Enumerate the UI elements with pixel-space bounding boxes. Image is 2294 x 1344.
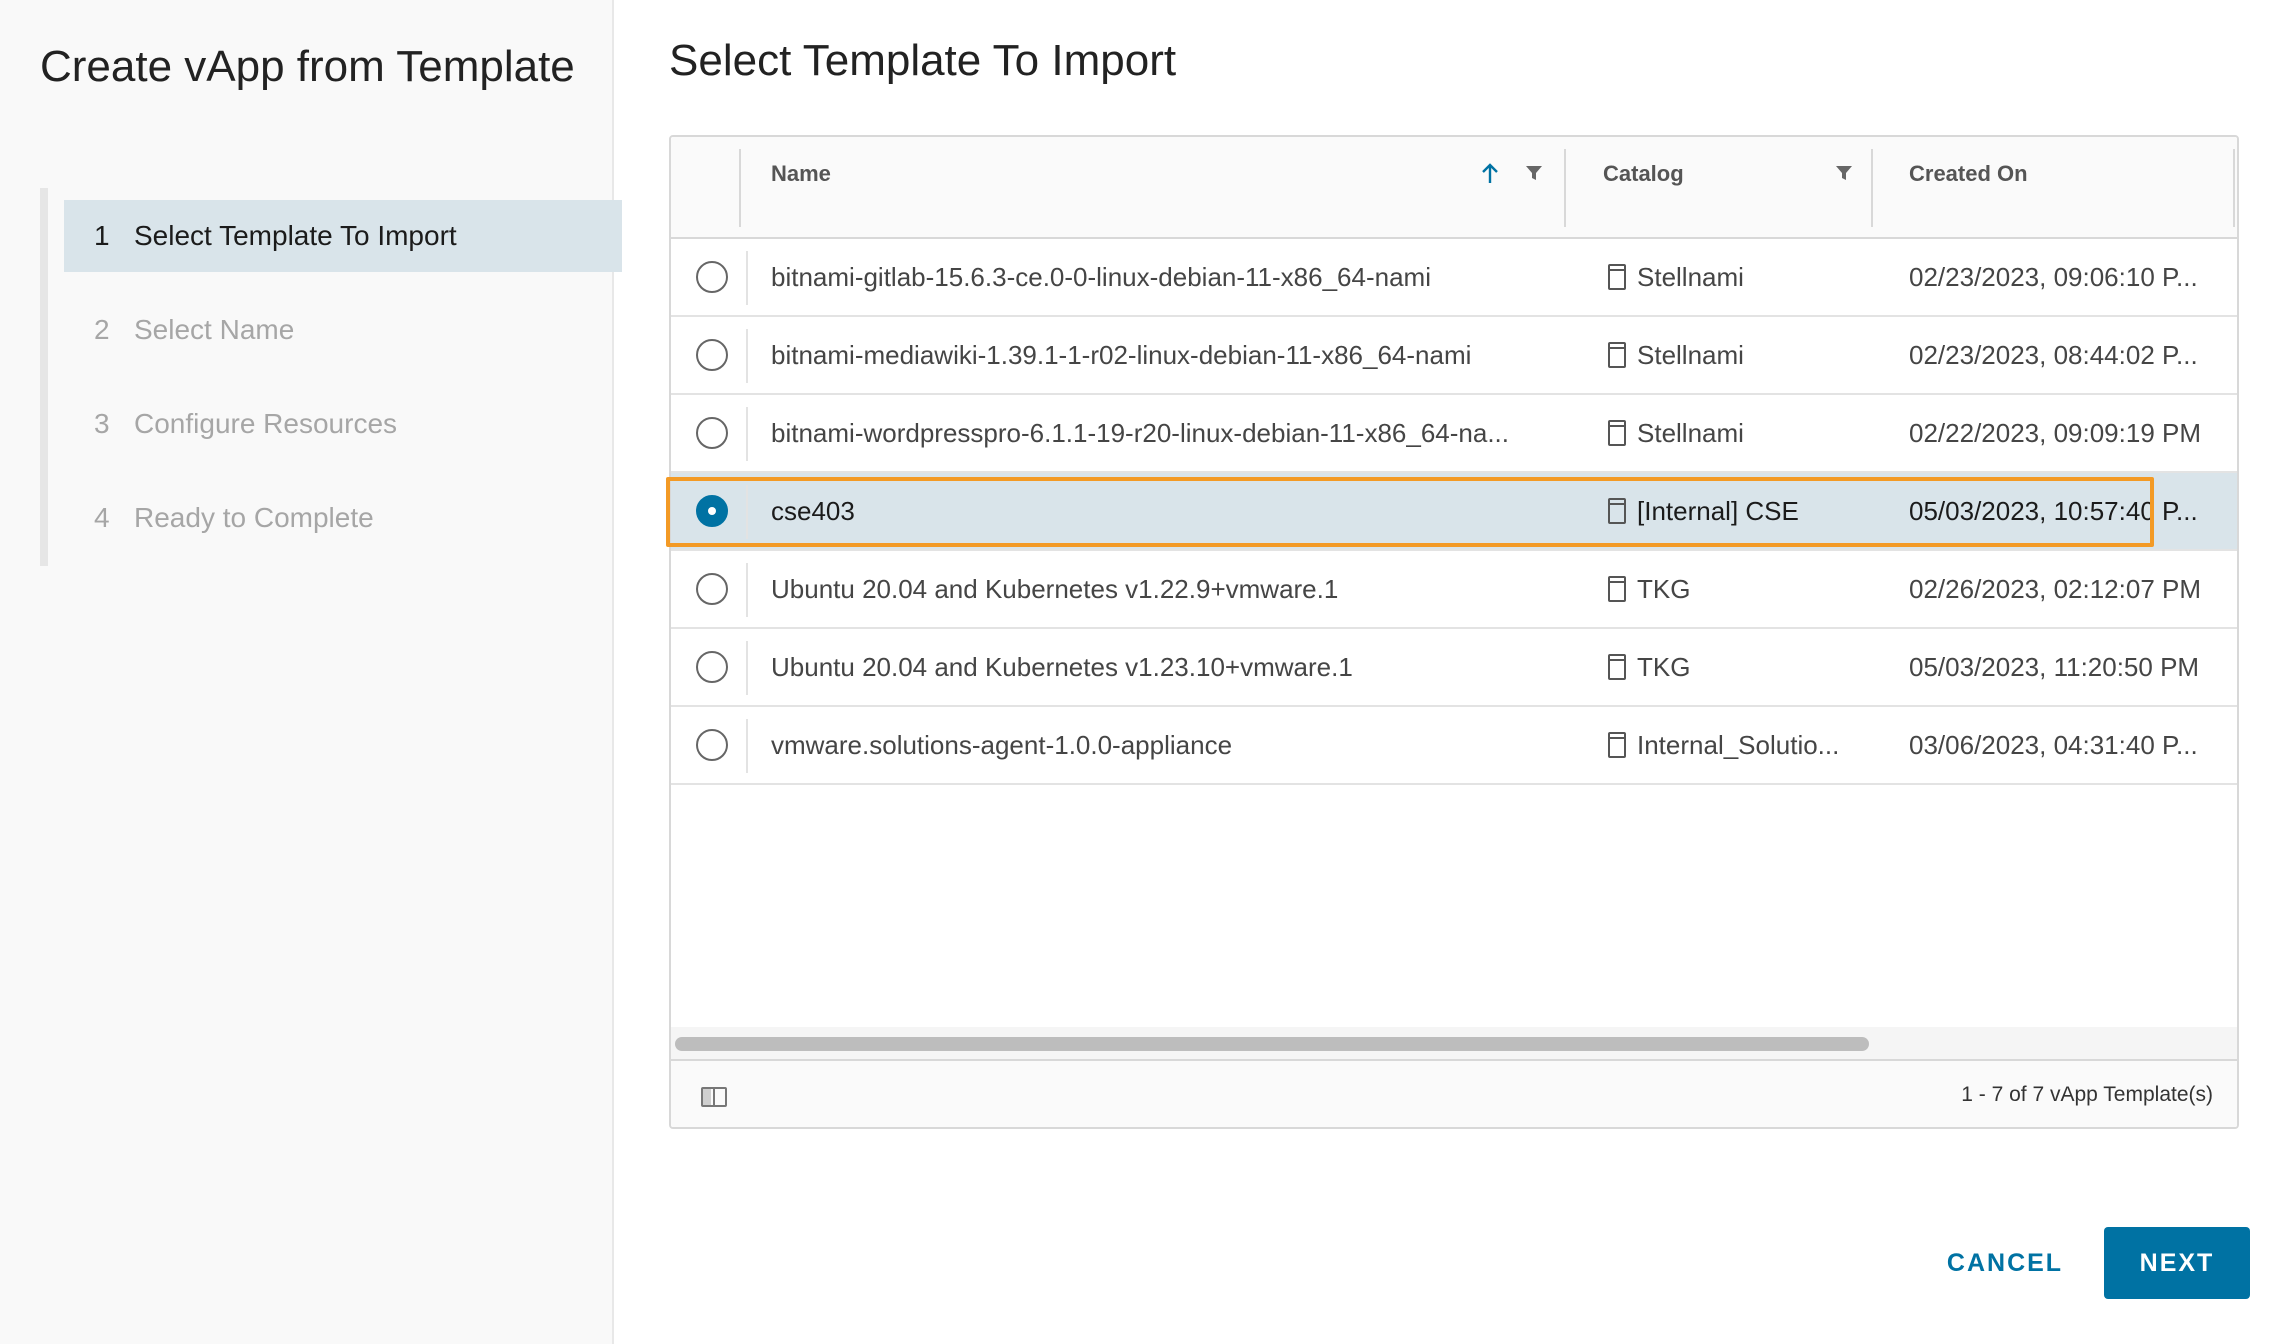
table-row[interactable]: bitnami-gitlab-15.6.3-ce.0-0-linux-debia… — [671, 239, 2237, 317]
row-radio[interactable] — [696, 339, 728, 371]
column-header-name[interactable]: Name — [771, 161, 831, 187]
table-row[interactable]: Ubuntu 20.04 and Kubernetes v1.23.10+vmw… — [671, 629, 2237, 707]
scrollbar-thumb[interactable] — [675, 1037, 1869, 1051]
cell-catalog: Internal_Solutio... — [1637, 730, 1840, 760]
cell-name: bitnami-gitlab-15.6.3-ce.0-0-linux-debia… — [771, 262, 1431, 292]
catalog-icon — [1608, 498, 1626, 524]
catalog-icon — [1608, 576, 1626, 602]
row-radio-checked[interactable] — [696, 495, 728, 527]
row-radio[interactable] — [696, 573, 728, 605]
row-radio[interactable] — [696, 651, 728, 683]
page-title: Select Template To Import — [669, 36, 1177, 85]
catalog-icon — [1608, 264, 1626, 290]
cell-catalog: Stellnami — [1637, 418, 1744, 448]
row-separator — [746, 251, 748, 305]
row-radio[interactable] — [696, 729, 728, 761]
cell-name: vmware.solutions-agent-1.0.0-appliance — [771, 730, 1233, 760]
catalog-icon — [1608, 654, 1626, 680]
row-separator — [746, 407, 748, 461]
next-button[interactable]: NEXT — [2104, 1227, 2250, 1299]
step-label: Ready to Complete — [134, 502, 374, 533]
table-row-selected[interactable]: cse403 [Internal] CSE 05/03/2023, 10:57:… — [671, 473, 2237, 551]
row-separator — [746, 641, 748, 695]
filter-icon[interactable] — [1833, 161, 1855, 185]
step-number: 1 — [94, 220, 110, 251]
row-separator — [746, 329, 748, 383]
cell-created-on: 05/03/2023, 10:57:40 P... — [1909, 496, 2198, 526]
sort-ascending-icon[interactable] — [1479, 161, 1501, 185]
column-header-catalog[interactable]: Catalog — [1603, 161, 1684, 187]
cell-created-on: 02/26/2023, 02:12:07 PM — [1909, 574, 2202, 604]
step-configure-resources[interactable]: 3 Configure Resources — [64, 388, 622, 460]
cell-created-on: 02/23/2023, 08:44:02 P... — [1909, 340, 2198, 370]
cell-name: Ubuntu 20.04 and Kubernetes v1.23.10+vmw… — [771, 652, 1353, 682]
table-row[interactable]: Ubuntu 20.04 and Kubernetes v1.22.9+vmwa… — [671, 551, 2237, 629]
table-row[interactable]: bitnami-wordpresspro-6.1.1-19-r20-linux-… — [671, 395, 2237, 473]
step-label: Select Template To Import — [134, 220, 457, 251]
step-number: 3 — [94, 408, 110, 439]
column-header-created-on[interactable]: Created On — [1909, 161, 2028, 187]
cell-catalog: Stellnami — [1637, 340, 1744, 370]
cell-catalog: TKG — [1637, 574, 1691, 604]
pagination-summary: 1 - 7 of 7 vApp Template(s) — [1961, 1083, 2213, 1106]
row-separator — [746, 485, 748, 539]
horizontal-scrollbar[interactable] — [671, 1027, 2237, 1059]
step-select-name[interactable]: 2 Select Name — [64, 294, 622, 366]
row-separator — [746, 563, 748, 617]
datagrid-footer: 1 - 7 of 7 vApp Template(s) — [671, 1059, 2237, 1127]
column-toggle-icon[interactable] — [701, 1087, 727, 1107]
step-number: 2 — [94, 314, 110, 345]
template-datagrid: Name Catalog Created On bitnami-gitlab-1… — [669, 135, 2239, 1129]
wizard-sidebar: Create vApp from Template 1 Select Templ… — [0, 0, 622, 1344]
wizard-steps: 1 Select Template To Import 2 Select Nam… — [40, 188, 622, 566]
cell-catalog: TKG — [1637, 652, 1691, 682]
cell-catalog: Stellnami — [1637, 262, 1744, 292]
step-label: Configure Resources — [134, 408, 398, 439]
step-select-template[interactable]: 1 Select Template To Import — [64, 200, 622, 272]
step-label: Select Name — [134, 314, 295, 345]
column-separator[interactable] — [2233, 149, 2235, 227]
cell-name: bitnami-mediawiki-1.39.1-1-r02-linux-deb… — [771, 340, 1472, 370]
cell-created-on: 02/22/2023, 09:09:19 PM — [1909, 418, 2202, 448]
column-separator[interactable] — [1564, 149, 1566, 227]
cell-created-on: 02/23/2023, 09:06:10 P... — [1909, 262, 2198, 292]
step-number: 4 — [94, 502, 110, 533]
column-separator[interactable] — [1871, 149, 1873, 227]
cell-name: bitnami-wordpresspro-6.1.1-19-r20-linux-… — [771, 418, 1510, 448]
row-radio[interactable] — [696, 261, 728, 293]
cancel-button[interactable]: CANCEL — [1925, 1227, 2085, 1299]
cell-created-on: 03/06/2023, 04:31:40 P... — [1909, 730, 2198, 760]
table-row[interactable]: vmware.solutions-agent-1.0.0-appliance I… — [671, 707, 2237, 785]
column-separator — [739, 149, 741, 227]
cell-name: cse403 — [771, 496, 855, 526]
step-ready-to-complete[interactable]: 4 Ready to Complete — [64, 482, 622, 554]
wizard-title: Create vApp from Template — [40, 42, 575, 91]
catalog-icon — [1608, 732, 1626, 758]
catalog-icon — [1608, 342, 1626, 368]
cell-created-on: 05/03/2023, 11:20:50 PM — [1909, 652, 2200, 682]
catalog-icon — [1608, 420, 1626, 446]
filter-icon[interactable] — [1523, 161, 1545, 185]
row-radio[interactable] — [696, 417, 728, 449]
row-separator — [746, 719, 748, 773]
datagrid-header: Name Catalog Created On — [671, 137, 2237, 239]
cell-catalog: [Internal] CSE — [1637, 496, 1799, 526]
table-row[interactable]: bitnami-mediawiki-1.39.1-1-r02-linux-deb… — [671, 317, 2237, 395]
cell-name: Ubuntu 20.04 and Kubernetes v1.22.9+vmwa… — [771, 574, 1339, 604]
